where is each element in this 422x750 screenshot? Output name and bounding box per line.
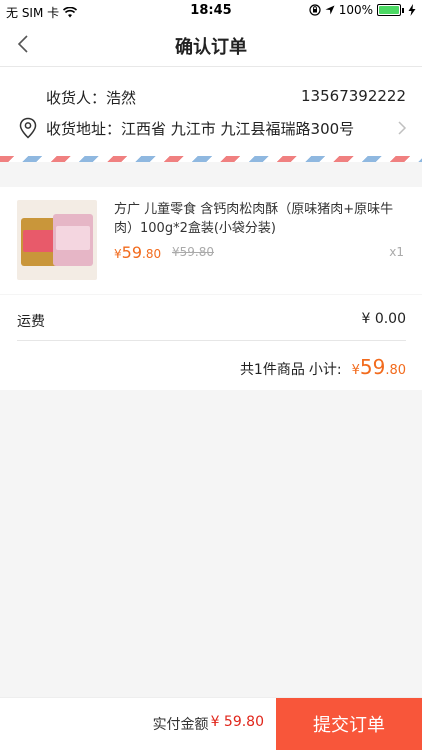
battery-fill — [379, 6, 399, 14]
subtotal-decimal: .80 — [385, 363, 406, 378]
pay-label: 实付金额 — [152, 717, 209, 733]
summary-card: 运费 ¥ 0.00 共1件商品 小计: ¥59.80 — [0, 295, 422, 390]
address-row: 收货地址：江西省 九江市 九江县福瑞路300号 — [18, 117, 408, 139]
battery-icon — [377, 4, 401, 16]
receiver-phone: 13567392222 — [301, 87, 406, 105]
subtotal-currency: ¥ — [351, 363, 360, 378]
pay-summary: 实付金额 ¥ 59.80 — [153, 714, 264, 734]
address-text: 收货地址：江西省 九江市 九江县福瑞路300号 — [46, 118, 396, 139]
address-label: 收货地址： — [46, 119, 122, 138]
receiver-label: 收货人： — [46, 89, 107, 107]
battery-percent: 100% — [338, 3, 373, 17]
price-decimal: .80 — [142, 247, 162, 261]
address-card[interactable]: 收货人：浩然 13567392222 收货地址：江西省 九江市 九江县福瑞路30… — [0, 67, 422, 162]
receiver-row: 收货人：浩然 13567392222 — [46, 87, 406, 108]
price-integer: 59 — [121, 243, 142, 262]
divider — [17, 340, 406, 341]
receiver-info: 收货人：浩然 — [46, 87, 136, 108]
status-bar: 无 SIM 卡 18:45 100% — [0, 0, 422, 22]
bottom-bar: 实付金额 ¥ 59.80 提交订单 — [0, 697, 422, 750]
shipping-row: 运费 ¥ 0.00 — [17, 311, 406, 331]
product-original-price: ¥59.80 — [172, 245, 214, 259]
product-card[interactable]: 方广 儿童零食 含钙肉松肉酥（原味猪肉+原味牛肉）100g*2盒装(小袋分装) … — [0, 187, 422, 294]
location-pin-icon — [19, 117, 37, 139]
charging-icon — [408, 4, 416, 16]
pay-amount: ¥ 59.80 — [210, 714, 264, 730]
product-price: ¥59.80 — [114, 243, 161, 262]
nav-bar: 确认订单 — [0, 22, 422, 67]
status-right: 100% — [309, 3, 416, 17]
receiver-name: 浩然 — [106, 89, 137, 107]
item-count: 共1件商品 — [239, 362, 305, 378]
subtotal-price: ¥59.80 — [352, 355, 406, 379]
product-quantity: x1 — [389, 245, 404, 259]
page-title: 确认订单 — [175, 37, 247, 58]
shipping-label: 运费 — [17, 314, 45, 330]
product-box-pink-label — [56, 226, 90, 250]
subtotal-label: 小计: — [308, 362, 342, 378]
shipping-value: ¥ 0.00 — [361, 311, 406, 327]
subtotal-integer: 59 — [359, 355, 386, 379]
chevron-right-icon — [398, 121, 407, 135]
battery-cap — [402, 7, 404, 13]
subtotal-row: 共1件商品 小计: ¥59.80 — [240, 355, 406, 379]
price-currency: ¥ — [114, 247, 122, 261]
address-value: 江西省 九江市 九江县福瑞路300号 — [121, 119, 355, 138]
product-name: 方广 儿童零食 含钙肉松肉酥（原味猪肉+原味牛肉）100g*2盒装(小袋分装) — [114, 202, 394, 236]
location-arrow-icon — [325, 5, 335, 15]
airmail-stripe — [0, 156, 422, 162]
orientation-lock-icon — [309, 4, 321, 16]
submit-order-button[interactable]: 提交订单 — [276, 698, 422, 750]
product-thumbnail — [17, 200, 97, 280]
